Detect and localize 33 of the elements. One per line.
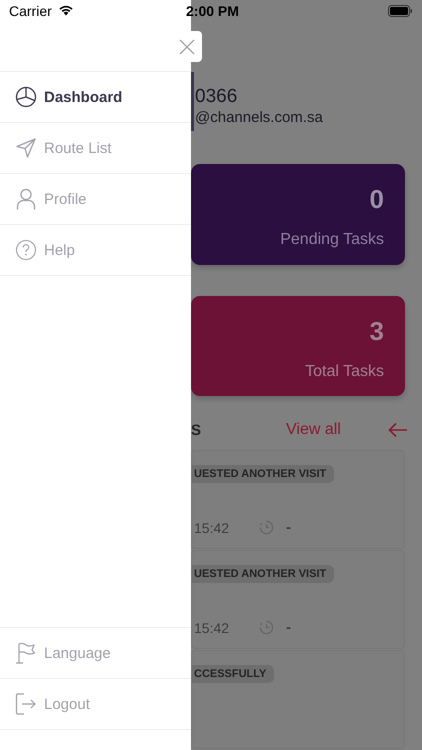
- person-icon: [15, 188, 37, 210]
- back-arrow-icon[interactable]: [388, 422, 408, 438]
- task-card[interactable]: UESTED ANOTHER VISIT 15:42 -: [191, 550, 405, 649]
- user-code: 0366: [195, 86, 238, 108]
- task-time: 15:42: [194, 520, 230, 536]
- pie-chart-icon: [15, 86, 37, 108]
- timer-icon: [259, 520, 274, 535]
- task-duration: -: [286, 619, 292, 636]
- timer-icon: [259, 620, 274, 635]
- status-badge: UESTED ANOTHER VISIT: [192, 565, 334, 583]
- stat-value: 0: [370, 184, 384, 216]
- close-icon: [179, 38, 195, 54]
- menu-item[interactable]: Dashboard: [0, 72, 191, 123]
- view-all-link[interactable]: View all: [286, 421, 341, 440]
- task-card[interactable]: UESTED ANOTHER VISIT 15:42 -: [191, 450, 405, 549]
- user-email: @channels.com.sa: [195, 108, 324, 128]
- flag-icon: [15, 642, 37, 664]
- task-card[interactable]: CCESSFULLY: [191, 650, 405, 749]
- task-time: 15:42: [194, 620, 230, 636]
- help-icon: [15, 239, 37, 261]
- stat-label: Total Tasks: [305, 362, 384, 381]
- send-icon: [15, 137, 37, 159]
- status-badge: CCESSFULLY: [192, 665, 274, 683]
- carrier-label: Carrier: [9, 3, 52, 19]
- stat-value: 3: [370, 316, 384, 347]
- wifi-icon: [58, 4, 74, 16]
- status-badge: UESTED ANOTHER VISIT: [192, 465, 334, 483]
- menu-item[interactable]: Route List: [0, 123, 191, 174]
- battery-icon: [388, 5, 413, 17]
- logout-icon: [15, 693, 37, 715]
- task-duration: -: [286, 519, 292, 536]
- stat-label: Pending Tasks: [280, 231, 384, 250]
- section-title: S: [191, 422, 202, 439]
